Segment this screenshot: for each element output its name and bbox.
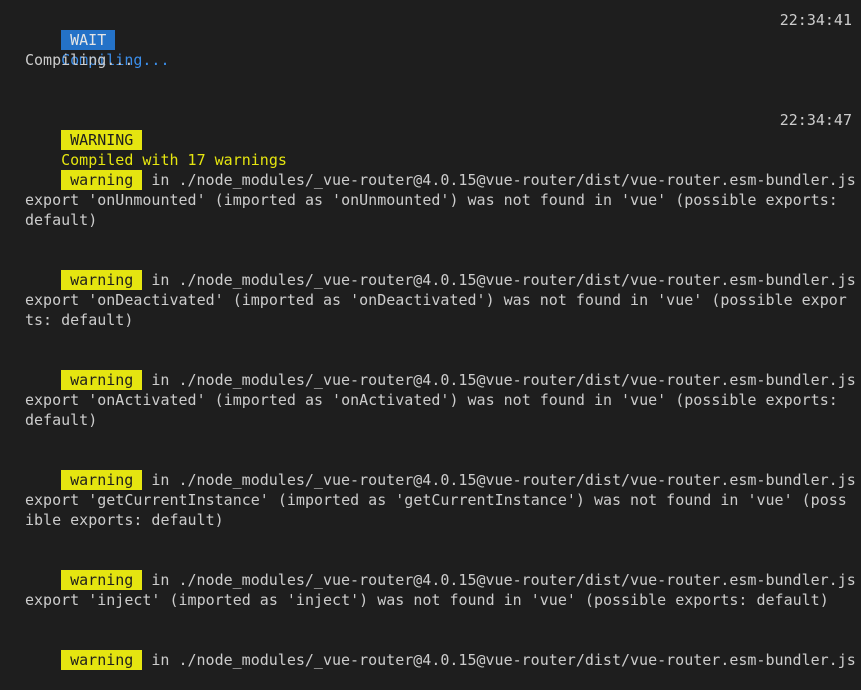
warning-location: in ./node_modules/_vue-router@4.0.15@vue… (142, 571, 856, 589)
warning-location: in ./node_modules/_vue-router@4.0.15@vue… (142, 171, 856, 189)
warning-location: in ./node_modules/_vue-router@4.0.15@vue… (142, 471, 856, 489)
warning-location-row: warning in ./node_modules/_vue-router@4.… (25, 450, 856, 490)
warning-location-row: warning in ./node_modules/_vue-router@4.… (25, 630, 856, 670)
warning-badge: warning (61, 650, 143, 670)
warning-summary-badge: WARNING (61, 130, 143, 150)
compiling-line: Compiling... (25, 51, 134, 69)
terminal-output[interactable]: WAIT Compiling... 22:34:41 Compiling... … (0, 0, 861, 670)
warning-badge: warning (61, 470, 143, 490)
warning-message: export 'inject' (imported as 'inject') w… (25, 591, 829, 609)
wait-timestamp: 22:34:41 (779, 11, 852, 29)
warning-badge: warning (61, 570, 143, 590)
warning-location-row: warning in ./node_modules/_vue-router@4.… (25, 350, 856, 390)
warning-timestamp: 22:34:47 (779, 111, 852, 129)
warning-message: export 'onDeactivated' (imported as 'onD… (25, 291, 847, 329)
warning-location-row: warning in ./node_modules/_vue-router@4.… (25, 250, 856, 290)
warning-location: in ./node_modules/_vue-router@4.0.15@vue… (142, 651, 856, 669)
wait-row: WAIT Compiling... 22:34:41 (25, 10, 852, 69)
warning-badge: warning (61, 170, 143, 190)
warning-location-row: warning in ./node_modules/_vue-router@4.… (25, 150, 856, 190)
warning-badge: warning (61, 370, 143, 390)
warning-location-row: warning in ./node_modules/_vue-router@4.… (25, 550, 856, 590)
warning-summary-row: WARNING Compiled with 17 warnings 22:34:… (25, 110, 852, 169)
warning-message: export 'onActivated' (imported as 'onAct… (25, 391, 847, 429)
warning-badge: warning (61, 270, 143, 290)
warning-location: in ./node_modules/_vue-router@4.0.15@vue… (142, 371, 856, 389)
warning-message: export 'onUnmounted' (imported as 'onUnm… (25, 191, 847, 229)
wait-badge: WAIT (61, 30, 116, 50)
warning-location: in ./node_modules/_vue-router@4.0.15@vue… (142, 271, 856, 289)
warning-message: export 'getCurrentInstance' (imported as… (25, 491, 847, 529)
